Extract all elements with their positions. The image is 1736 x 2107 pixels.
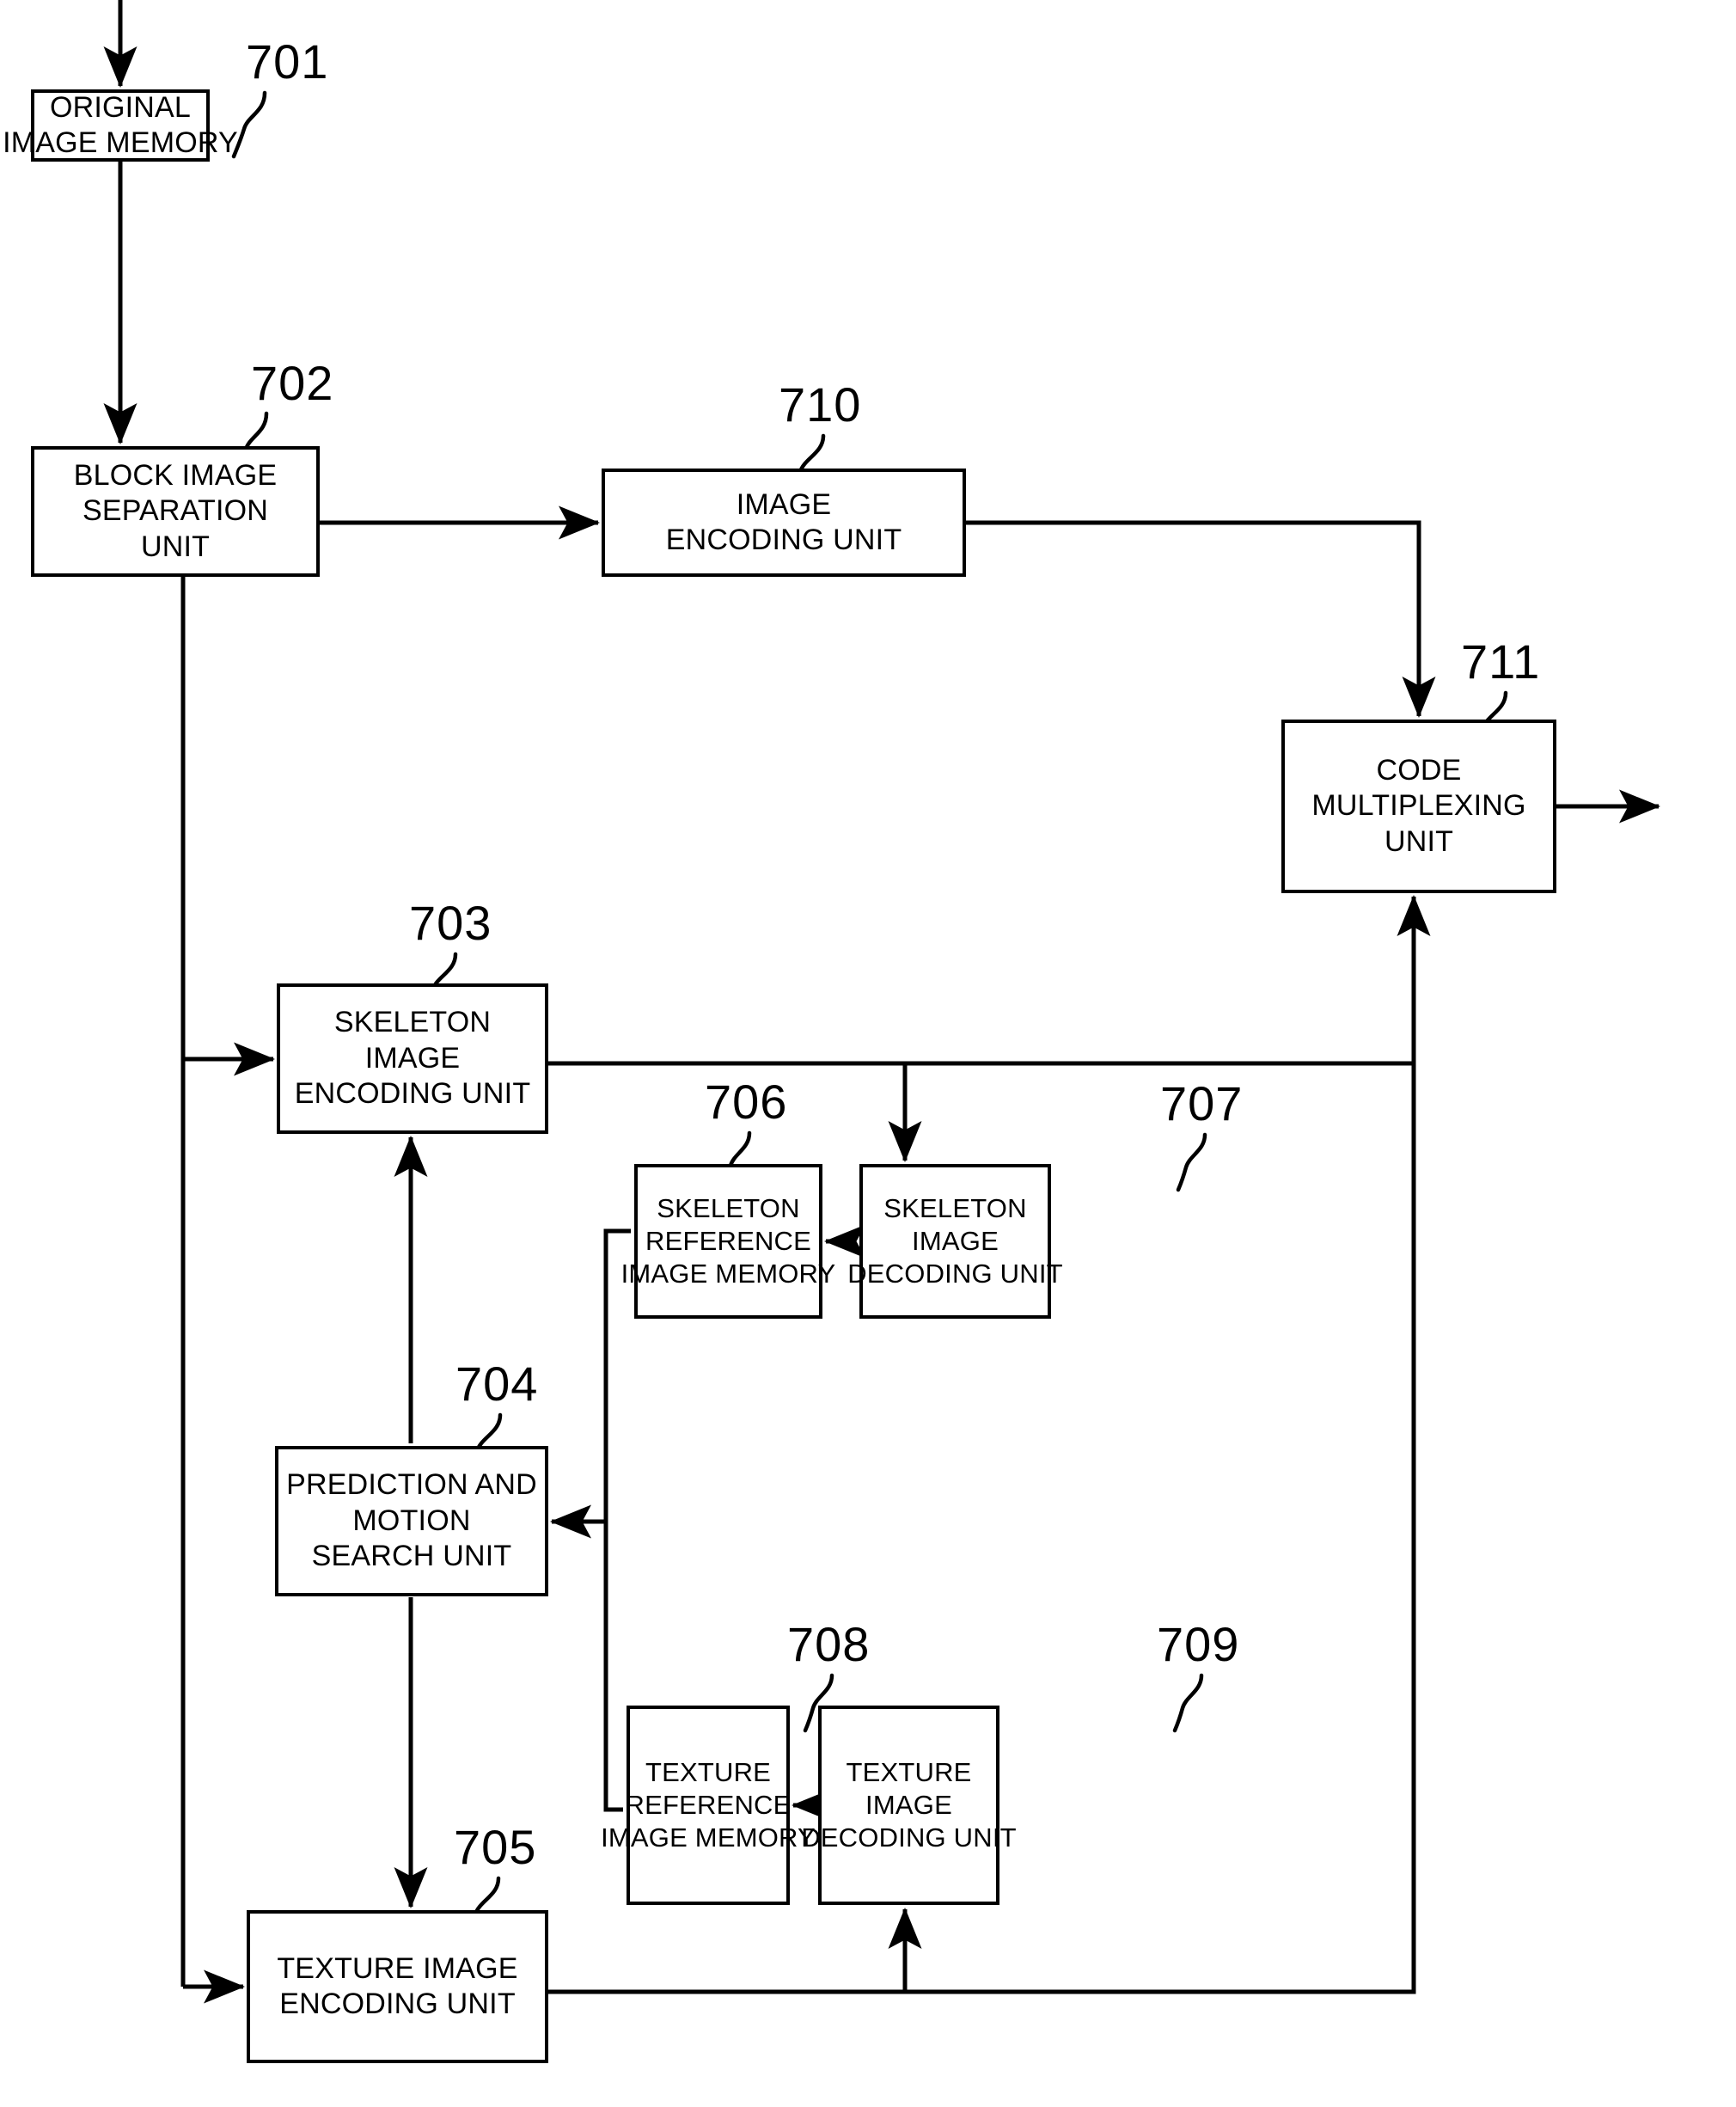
block-704-line-2: MOTION [352,1504,471,1537]
block-704-line-3: SEARCH UNIT [311,1540,512,1573]
block-705-line-1: TEXTURE IMAGE [277,1951,518,1985]
block-703-line-2: IMAGE [364,1041,461,1075]
block-prediction-and-motion-search-unit[interactable]: PREDICTION AND MOTION SEARCH UNIT [275,1446,548,1596]
block-710-line-2: ENCODING UNIT [665,524,902,556]
ref-label-711: 711 [1461,634,1541,689]
block-709-line-2: IMAGE [865,1790,952,1821]
ref-label-708: 708 [787,1617,871,1671]
leader-701 [231,90,267,159]
block-711-line-1: CODE [1376,753,1462,787]
block-711-line-2: MULTIPLEXING [1311,789,1526,823]
wire-706-to-704 [549,1228,631,1539]
block-708-line-1: TEXTURE [645,1757,772,1788]
ref-label-705: 705 [454,1820,537,1874]
ref-label-706: 706 [705,1075,788,1129]
block-skeleton-image-encoding-unit[interactable]: SKELETON IMAGE ENCODING UNIT [277,983,548,1134]
ref-label-709: 709 [1157,1617,1240,1671]
block-701-line-2: IMAGE MEMORY [3,126,238,159]
block-708-line-2: REFERENCE [625,1790,792,1821]
block-skeleton-reference-image-memory[interactable]: SKELETON REFERENCE IMAGE MEMORY [621,1164,835,1319]
ref-label-701: 701 [246,34,329,89]
leader-709 [1172,1673,1204,1733]
block-705-line-2: ENCODING UNIT [279,1988,516,2020]
block-707-line-2: IMAGE [912,1226,999,1257]
block-704-line-1: PREDICTION AND [286,1468,537,1502]
block-703-line-3: ENCODING UNIT [294,1077,531,1111]
block-711-line-3: UNIT [1384,824,1454,858]
block-skeleton-image-decoding-unit[interactable]: SKELETON IMAGE DECODING UNIT [847,1164,1063,1319]
ref-label-703: 703 [409,896,492,950]
leader-707 [1176,1132,1207,1192]
ref-label-704: 704 [455,1357,539,1411]
wire-710-to-711 [966,520,1436,719]
block-709-line-1: TEXTURE [846,1757,972,1788]
block-texture-reference-image-memory[interactable]: TEXTURE REFERENCE IMAGE MEMORY [601,1706,816,1905]
patent-figure-canvas: ORIGINAL IMAGE MEMORY BLOCK IMAGE SEPARA… [0,0,1736,2107]
block-707-line-1: SKELETON [883,1193,1027,1224]
block-706-line-1: SKELETON [657,1193,800,1224]
ref-label-702: 702 [251,356,334,410]
block-702-line-3: UNIT [140,530,211,563]
block-701-line-1: ORIGINAL [49,90,192,124]
block-708-line-3: IMAGE MEMORY [601,1822,816,1853]
block-texture-image-decoding-unit[interactable]: TEXTURE IMAGE DECODING UNIT [801,1706,1017,1905]
wire-708-to-704 [603,1522,623,1812]
block-702-line-1: BLOCK IMAGE [73,458,278,492]
block-code-multiplexing-unit[interactable]: CODE MULTIPLEXING UNIT [1281,720,1556,893]
block-706-line-3: IMAGE MEMORY [620,1258,836,1289]
block-703-line-1: SKELETON [333,1006,492,1039]
block-image-encoding-unit[interactable]: IMAGE ENCODING UNIT [602,469,966,577]
block-702-line-2: SEPARATION [82,494,269,528]
block-block-image-separation-unit[interactable]: BLOCK IMAGE SEPARATION UNIT [31,446,320,577]
block-706-line-2: REFERENCE [645,1226,811,1257]
block-710-line-1: IMAGE [736,487,832,521]
ref-label-710: 710 [779,377,862,432]
ref-label-707: 707 [1160,1076,1244,1130]
block-original-image-memory[interactable]: ORIGINAL IMAGE MEMORY [3,89,238,162]
block-709-line-3: DECODING UNIT [801,1822,1017,1853]
block-texture-image-encoding-unit[interactable]: TEXTURE IMAGE ENCODING UNIT [247,1910,548,2063]
block-707-line-3: DECODING UNIT [847,1258,1063,1289]
